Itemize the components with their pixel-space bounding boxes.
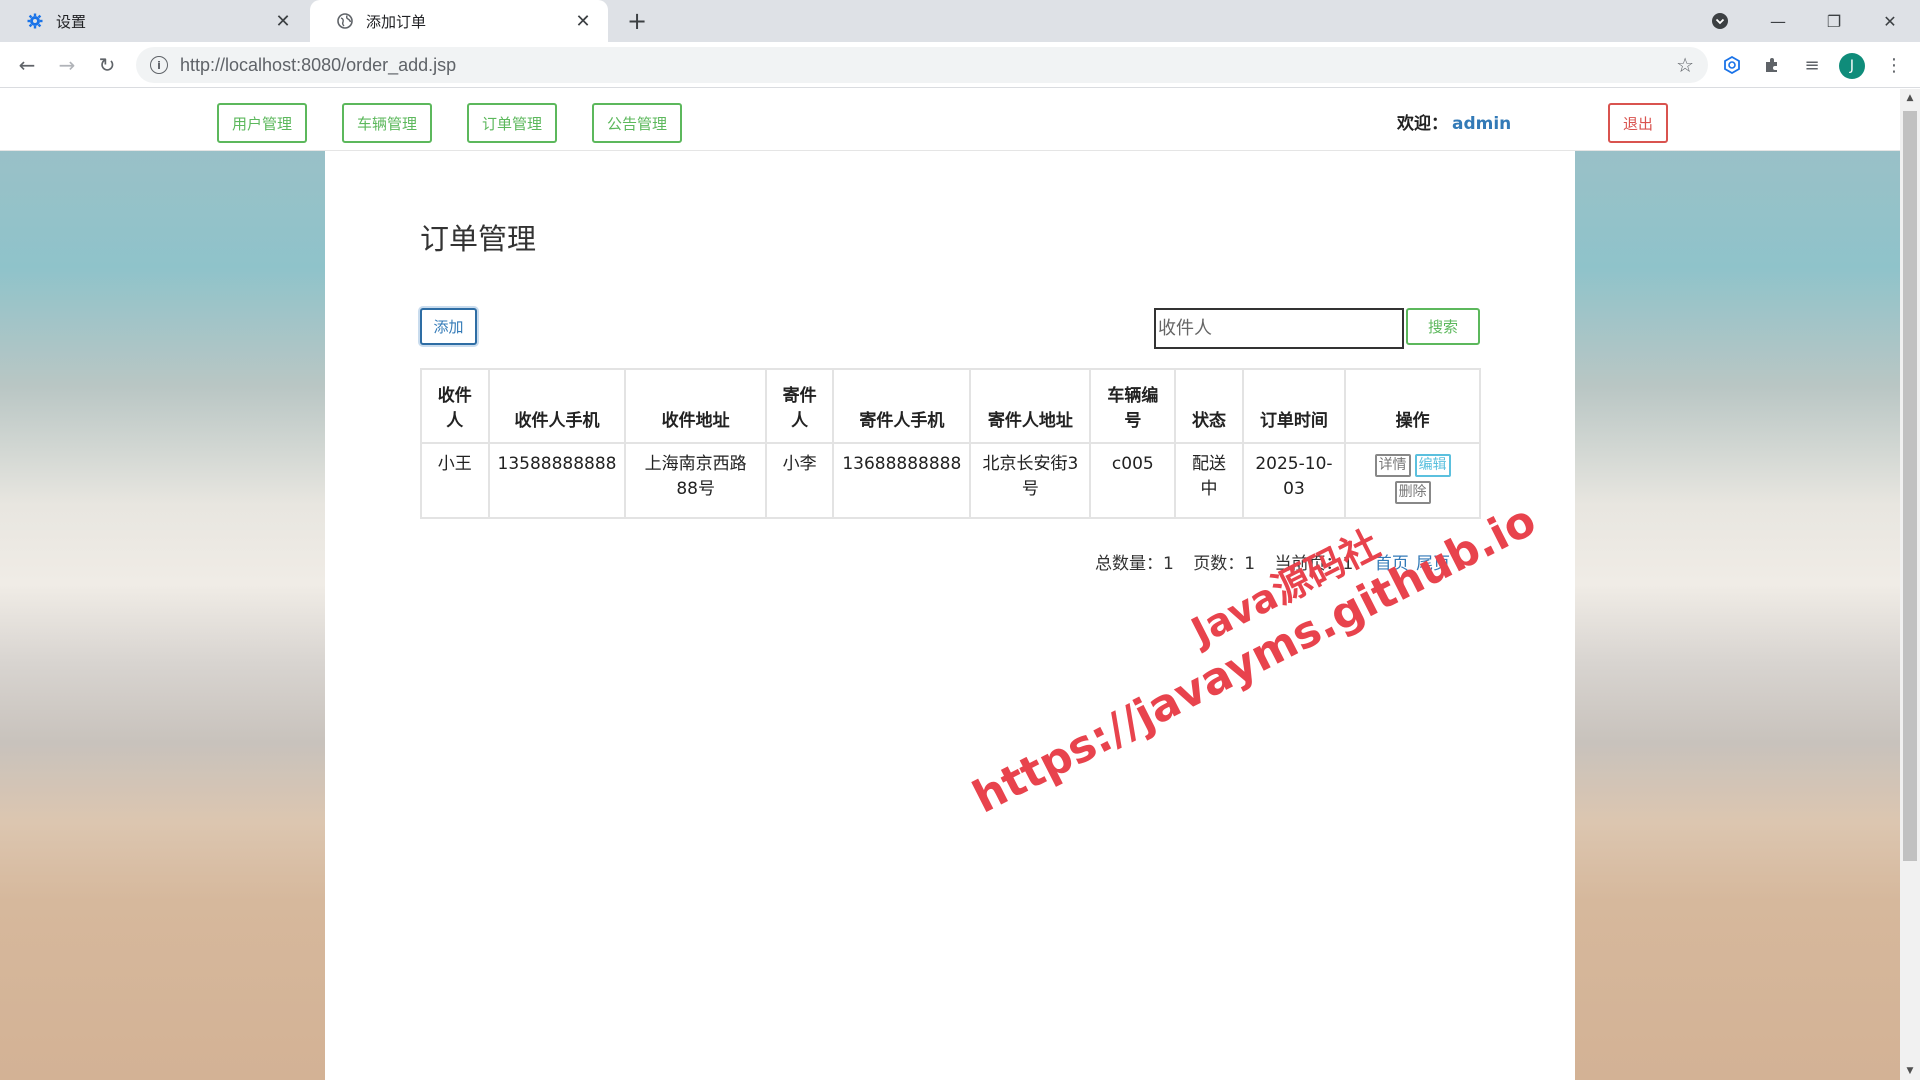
restore-icon[interactable]: ❐ xyxy=(1806,0,1862,42)
page-count: 页数：1 xyxy=(1193,554,1256,574)
search-input[interactable] xyxy=(1154,308,1404,349)
reload-icon[interactable]: ↻ xyxy=(91,49,123,81)
forward-icon[interactable]: → xyxy=(51,49,83,81)
welcome-label: 欢迎： xyxy=(1397,114,1448,134)
window-close-icon[interactable]: ✕ xyxy=(1862,0,1918,42)
last-page-link[interactable]: 尾页 xyxy=(1416,554,1450,574)
browser-tab-settings[interactable]: 设置 ✕ xyxy=(0,0,308,42)
nav-order-management[interactable]: 订单管理 xyxy=(467,103,557,143)
cell-receiver-address: 上海南京西路88号 xyxy=(624,442,767,519)
bookmark-star-icon[interactable]: ☆ xyxy=(1676,53,1694,77)
page-title: 订单管理 xyxy=(420,222,537,256)
edit-button[interactable]: 编辑 xyxy=(1414,454,1451,477)
total-count: 总数量：1 xyxy=(1095,554,1174,574)
close-tab-icon[interactable]: ✕ xyxy=(272,11,294,32)
detail-button[interactable]: 详情 xyxy=(1374,454,1411,477)
tab-search-icon[interactable] xyxy=(1708,9,1732,33)
puzzle-extensions-icon[interactable] xyxy=(1758,51,1786,79)
cell-receiver: 小王 xyxy=(420,442,490,519)
column-header: 订单时间 xyxy=(1241,368,1347,444)
browser-toolbar: ← → ↻ i http://localhost:8080/order_add.… xyxy=(0,42,1920,88)
nav-vehicle-management[interactable]: 车辆管理 xyxy=(342,103,432,143)
new-tab-button[interactable]: + xyxy=(622,6,652,36)
profile-avatar[interactable]: J xyxy=(1839,53,1865,79)
column-header: 寄件人手机 xyxy=(832,368,972,444)
current-page: 当前页：1 xyxy=(1274,554,1354,574)
scroll-up-icon[interactable]: ▲ xyxy=(1900,89,1920,107)
column-header: 收件人手机 xyxy=(487,368,627,444)
address-bar[interactable]: i http://localhost:8080/order_add.jsp ☆ xyxy=(136,47,1708,83)
url-text: http://localhost:8080/order_add.jsp xyxy=(180,54,457,75)
nav-user-management[interactable]: 用户管理 xyxy=(217,103,307,143)
extension-icon[interactable] xyxy=(1718,51,1746,79)
cell-sender-address: 北京长安街3号 xyxy=(969,442,1092,519)
orders-table: 收件人 收件人手机 收件地址 寄件人 寄件人手机 寄件人地址 车辆编号 状态 订… xyxy=(420,368,1481,519)
column-header: 状态 xyxy=(1174,368,1244,444)
browser-tab-add-order[interactable]: 添加订单 ✕ xyxy=(310,0,608,42)
nav-notice-management[interactable]: 公告管理 xyxy=(592,103,682,143)
page-viewport: 用户管理 车辆管理 订单管理 公告管理 欢迎： admin 退出 订单管理 添加 … xyxy=(0,89,1900,1080)
page-scrollbar[interactable]: ▲ ▼ xyxy=(1900,89,1920,1080)
close-tab-icon[interactable]: ✕ xyxy=(572,11,594,32)
reading-list-icon[interactable]: ≡ xyxy=(1798,51,1826,79)
add-order-button[interactable]: 添加 xyxy=(420,308,477,345)
back-icon[interactable]: ← xyxy=(11,49,43,81)
logout-button[interactable]: 退出 xyxy=(1608,103,1668,143)
table-header-row: 收件人 收件人手机 收件地址 寄件人 寄件人手机 寄件人地址 车辆编号 状态 订… xyxy=(420,368,1481,444)
globe-icon xyxy=(336,12,354,30)
cell-order-time: 2025-10-03 xyxy=(1241,442,1347,519)
browser-tab-strip: 设置 ✕ 添加订单 ✕ + — ❐ ✕ xyxy=(0,0,1920,42)
cell-receiver-phone: 13588888888 xyxy=(487,442,627,519)
main-content-panel: 订单管理 添加 搜索 收件人 收件人手机 收件地址 寄件人 寄件人手机 寄件人地… xyxy=(325,151,1575,1080)
username: admin xyxy=(1452,114,1512,134)
site-info-icon[interactable]: i xyxy=(150,56,168,74)
table-row: 小王 13588888888 上海南京西路88号 小李 13688888888 … xyxy=(420,442,1481,519)
delete-button[interactable]: 删除 xyxy=(1394,481,1431,504)
cell-vehicle-no: c005 xyxy=(1089,442,1177,519)
column-header: 寄件人地址 xyxy=(969,368,1092,444)
browser-tab-title: 设置 xyxy=(56,12,87,31)
column-header: 操作 xyxy=(1344,368,1481,444)
scrollbar-thumb[interactable] xyxy=(1903,111,1917,861)
browser-tab-title: 添加订单 xyxy=(366,12,427,31)
site-top-nav: 用户管理 车辆管理 订单管理 公告管理 欢迎： admin 退出 xyxy=(0,89,1900,151)
column-header: 寄件人 xyxy=(764,368,835,444)
column-header: 车辆编号 xyxy=(1089,368,1177,444)
minimize-icon[interactable]: — xyxy=(1750,0,1806,42)
first-page-link[interactable]: 首页 xyxy=(1375,554,1409,574)
more-menu-icon[interactable]: ⋮ xyxy=(1880,51,1908,79)
scroll-down-icon[interactable]: ▼ xyxy=(1900,1062,1920,1080)
search-button[interactable]: 搜索 xyxy=(1406,308,1480,345)
welcome-message: 欢迎： admin xyxy=(1397,109,1511,134)
cell-status: 配送中 xyxy=(1174,442,1244,519)
column-header: 收件人 xyxy=(420,368,490,444)
cell-actions: 详情 编辑 删除 xyxy=(1344,442,1481,519)
cell-sender: 小李 xyxy=(764,442,835,519)
cell-sender-phone: 13688888888 xyxy=(832,442,972,519)
gear-icon xyxy=(26,12,44,30)
pagination: 总数量：1 页数：1 当前页：1 首页 尾页 xyxy=(1095,549,1450,574)
column-header: 收件地址 xyxy=(624,368,767,444)
